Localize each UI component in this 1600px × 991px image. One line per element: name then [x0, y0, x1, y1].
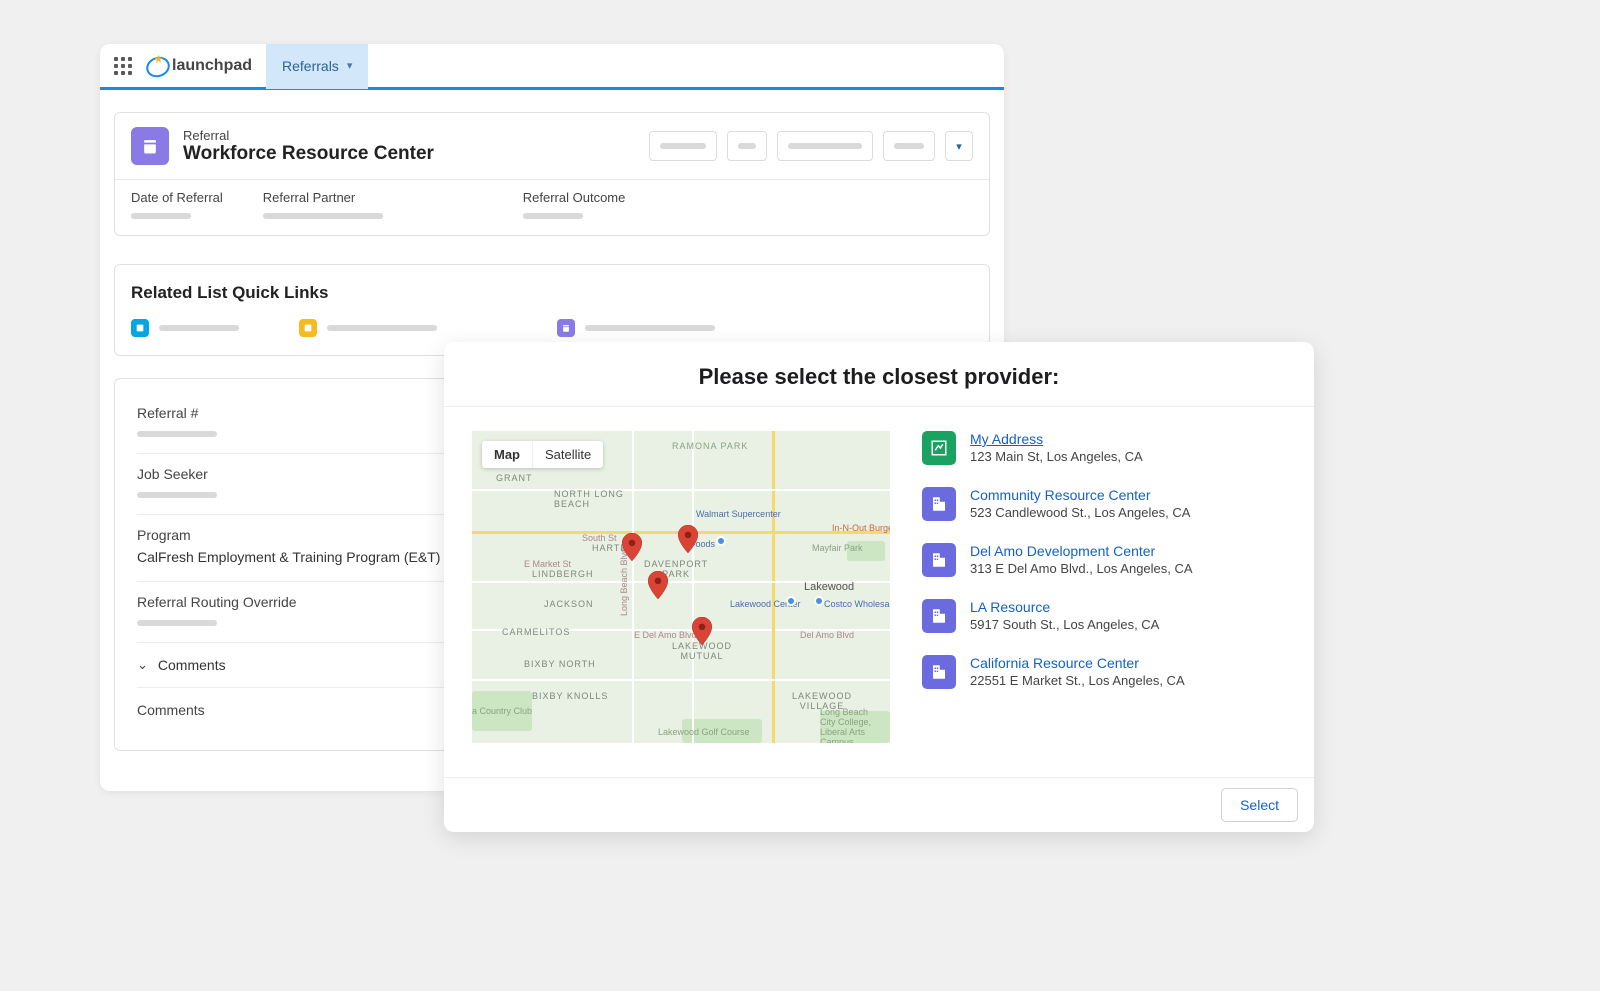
modal-footer: Select	[444, 777, 1314, 832]
map-label: BIXBY NORTH	[524, 659, 596, 669]
provider-address: 123 Main St, Los Angeles, CA	[970, 449, 1143, 464]
map-road-label: Del Amo Blvd	[800, 630, 854, 640]
record-actions: ▾	[649, 131, 973, 161]
map-type-toggle: Map Satellite	[482, 441, 603, 468]
map-label: JACKSON	[544, 599, 594, 609]
quick-link-icon-blue	[131, 319, 149, 337]
section-title: Comments	[158, 657, 226, 673]
referral-record-icon	[131, 127, 169, 165]
map-poi-dot	[786, 596, 796, 606]
map-label: Lakewood Golf Course	[658, 727, 750, 737]
map-label: Lakewood	[804, 581, 854, 593]
quick-link-icon-yellow	[299, 319, 317, 337]
provider-item[interactable]: LA Resource 5917 South St., Los Angeles,…	[922, 599, 1286, 633]
map-poi: In-N-Out Burger	[832, 523, 890, 533]
map-label: CARMELITOS	[502, 627, 570, 637]
building-icon	[922, 655, 956, 689]
map-label: Mayfair Park	[812, 543, 863, 553]
map-label: Long Beach City College, Liberal Arts Ca…	[820, 707, 871, 743]
meta-date-value	[131, 213, 191, 219]
field-value-placeholder	[137, 620, 217, 626]
map-label: RAMONA PARK	[672, 441, 748, 451]
quick-link-item-1[interactable]	[131, 319, 239, 337]
building-icon	[922, 599, 956, 633]
launchpad-logo-icon	[146, 55, 168, 77]
field-value-placeholder	[137, 431, 217, 437]
map-label: BIXBY KNOLLS	[532, 691, 608, 701]
map-type-satellite[interactable]: Satellite	[533, 441, 603, 468]
map-road-label: E Del Amo Blvd	[634, 630, 697, 640]
provider-item-self[interactable]: My Address 123 Main St, Los Angeles, CA	[922, 431, 1286, 465]
quick-link-label-1	[159, 325, 239, 331]
provider-item[interactable]: Community Resource Center 523 Candlewood…	[922, 487, 1286, 521]
field-value-placeholder	[137, 492, 217, 498]
provider-address: 5917 South St., Los Angeles, CA	[970, 617, 1159, 632]
map-poi: Walmart Supercenter	[696, 509, 781, 519]
map-pin[interactable]	[622, 533, 642, 561]
provider-item[interactable]: California Resource Center 22551 E Marke…	[922, 655, 1286, 689]
provider-name: Del Amo Development Center	[970, 543, 1193, 559]
meta-partner-value	[263, 213, 383, 219]
provider-select-modal: Please select the closest provider: JORD…	[444, 342, 1314, 832]
map-label: a Country Club	[472, 706, 532, 716]
quick-link-item-2[interactable]	[299, 319, 437, 337]
app-launcher-icon[interactable]	[114, 57, 132, 75]
map-pin[interactable]	[648, 571, 668, 599]
building-icon	[922, 487, 956, 521]
action-button-1[interactable]	[649, 131, 717, 161]
tab-referrals[interactable]: Referrals ▾	[266, 44, 368, 89]
tab-label: Referrals	[282, 58, 339, 74]
quick-link-label-2	[327, 325, 437, 331]
map-poi-dot	[814, 596, 824, 606]
action-button-4[interactable]	[883, 131, 935, 161]
provider-address: 22551 E Market St., Los Angeles, CA	[970, 673, 1185, 688]
map-type-map[interactable]: Map	[482, 441, 533, 468]
meta-outcome-label: Referral Outcome	[523, 190, 626, 205]
map-label: LINDBERGH	[532, 569, 594, 579]
app-name: launchpad	[172, 57, 252, 75]
building-icon	[922, 543, 956, 577]
location-self-icon	[922, 431, 956, 465]
map-road-label: South St	[582, 533, 617, 543]
provider-list: My Address 123 Main St, Los Angeles, CA …	[922, 431, 1286, 777]
record-title: Workforce Resource Center	[183, 143, 434, 165]
provider-map[interactable]: JORDAN GRANT NORTH LONG BEACH RAMONA PAR…	[472, 431, 890, 743]
map-poi-dot	[716, 536, 726, 546]
provider-item[interactable]: Del Amo Development Center 313 E Del Amo…	[922, 543, 1286, 577]
record-type: Referral	[183, 128, 434, 143]
provider-address: 313 E Del Amo Blvd., Los Angeles, CA	[970, 561, 1193, 576]
quick-link-item-3[interactable]	[557, 319, 715, 337]
provider-name: LA Resource	[970, 599, 1159, 615]
quick-links-title: Related List Quick Links	[131, 283, 973, 303]
map-pin[interactable]	[692, 617, 712, 645]
quick-link-label-3	[585, 325, 715, 331]
record-header-card: Referral Workforce Resource Center ▾ Dat…	[114, 112, 990, 236]
field-label: Comments	[137, 702, 205, 718]
action-button-2[interactable]	[727, 131, 767, 161]
provider-address: 523 Candlewood St., Los Angeles, CA	[970, 505, 1190, 520]
chevron-down-icon: ⌄	[137, 657, 148, 673]
map-poi: Costco Wholesale	[824, 599, 890, 609]
meta-partner-label: Referral Partner	[263, 190, 383, 205]
app-logo[interactable]: launchpad	[146, 55, 252, 77]
quick-link-icon-purple	[557, 319, 575, 337]
action-overflow-button[interactable]: ▾	[945, 131, 973, 161]
map-label: NORTH LONG BEACH	[554, 489, 624, 509]
provider-name: Community Resource Center	[970, 487, 1190, 503]
top-nav: launchpad Referrals ▾	[100, 44, 1004, 90]
map-road-label: E Market St	[524, 559, 571, 569]
meta-date-label: Date of Referral	[131, 190, 223, 205]
provider-name: My Address	[970, 431, 1143, 447]
provider-name: California Resource Center	[970, 655, 1185, 671]
select-button[interactable]: Select	[1221, 788, 1298, 822]
chevron-down-icon: ▾	[347, 59, 353, 72]
map-label: GRANT	[496, 473, 533, 483]
modal-title: Please select the closest provider:	[444, 342, 1314, 407]
map-pin[interactable]	[678, 525, 698, 553]
action-button-3[interactable]	[777, 131, 873, 161]
meta-outcome-value	[523, 213, 583, 219]
